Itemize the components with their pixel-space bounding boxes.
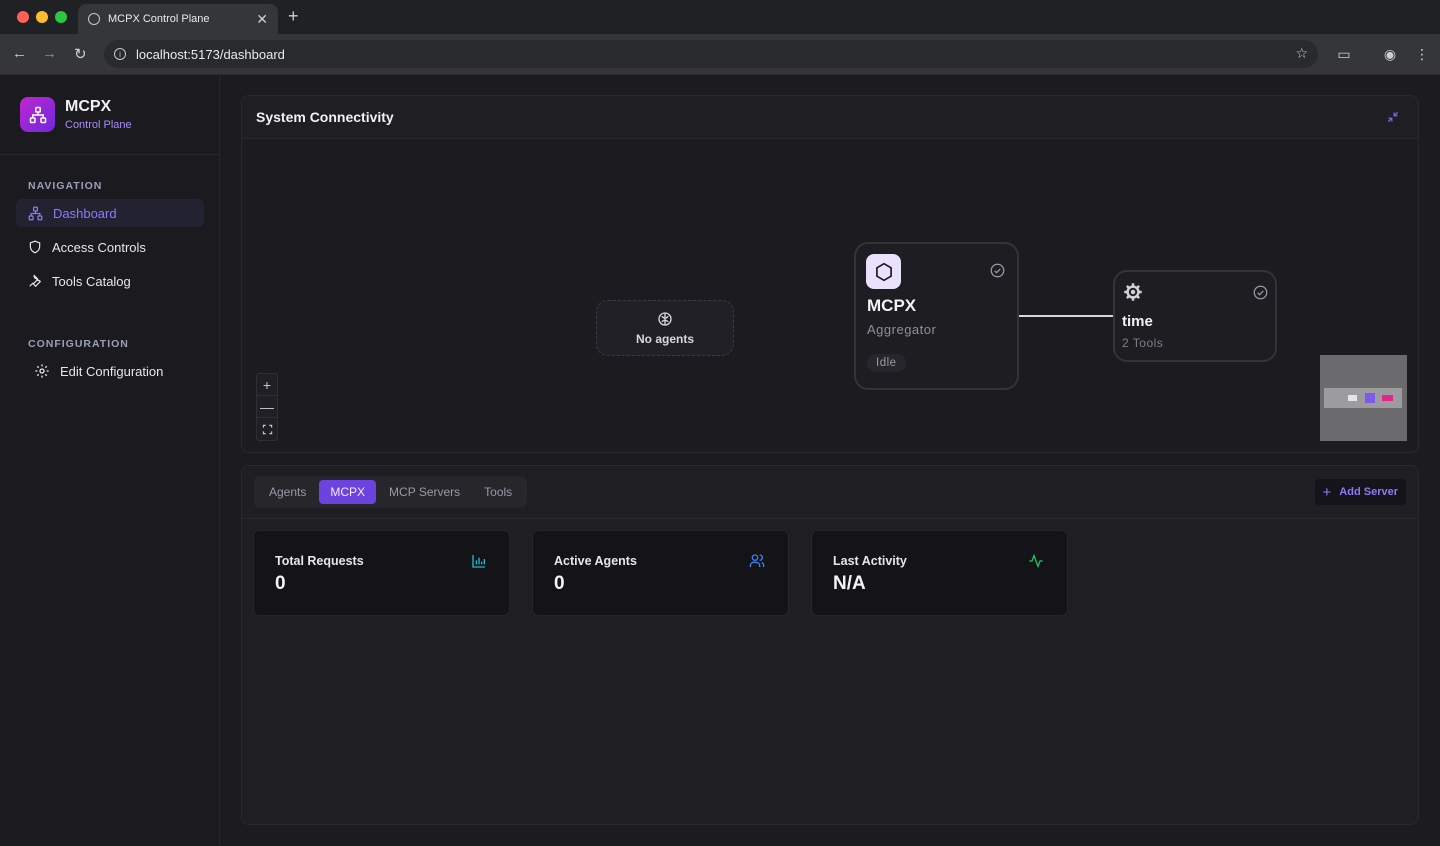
status-badge: Idle <box>867 354 906 372</box>
site-info-icon[interactable]: i <box>114 48 126 60</box>
no-agents-label: No agents <box>635 331 694 346</box>
fit-view-button[interactable] <box>257 418 277 440</box>
stat-label: Active Agents <box>554 554 637 568</box>
sidebar-item-tools-catalog[interactable]: Tools Catalog <box>16 267 204 295</box>
zoom-controls: + — <box>256 373 278 441</box>
sidebar-item-edit-configuration[interactable]: Edit Configuration <box>16 357 204 385</box>
sidebar-item-label: Dashboard <box>53 205 117 221</box>
mcpx-node-title: MCPX <box>867 296 917 315</box>
stat-card-total-requests: Total Requests 0 <box>253 530 510 616</box>
sidebar-item-label: Edit Configuration <box>60 363 164 379</box>
minimap-node-agents <box>1348 395 1357 401</box>
stat-label: Total Requests <box>275 554 364 568</box>
zoom-in-button[interactable]: + <box>257 374 277 396</box>
navigation-section-label: NAVIGATION <box>28 180 103 192</box>
sidebar-item-label: Tools Catalog <box>52 273 131 289</box>
shield-icon <box>29 240 41 254</box>
close-tab-icon[interactable]: ✕ <box>256 11 268 28</box>
gear-icon <box>35 364 49 378</box>
details-tabs: Agents MCPX MCP Servers Tools <box>254 476 528 508</box>
mcpx-node-subtitle: Aggregator <box>867 322 937 337</box>
flow-canvas[interactable]: No agents MCPX Aggregator Idle time 2 To… <box>242 140 1418 452</box>
configuration-section-label: CONFIGURATION <box>28 338 129 350</box>
connection-edge <box>1019 315 1113 317</box>
browser-toolbar: ← → ↻ i localhost:5173/dashboard ☆ ▭ ◉ ⋮ <box>0 34 1440 75</box>
app-root: MCPX Control Plane NAVIGATION Dashboard … <box>0 75 1440 846</box>
users-icon <box>749 554 765 567</box>
server-node-title: time <box>1122 313 1153 330</box>
minimize-icon[interactable] <box>1386 110 1400 124</box>
minimap-node-mcpx <box>1365 393 1375 403</box>
plus-icon: + <box>1322 483 1332 501</box>
check-circle-icon <box>1253 285 1268 300</box>
brand-logo-icon <box>20 97 55 132</box>
address-bar[interactable]: i localhost:5173/dashboard ☆ <box>104 40 1318 68</box>
tab-title: MCPX Control Plane <box>108 13 210 25</box>
media-cast-icon[interactable]: ▭ <box>1336 46 1352 62</box>
server-node-time[interactable]: time 2 Tools <box>1113 270 1277 362</box>
forward-icon[interactable]: → <box>42 45 57 62</box>
sidebar: MCPX Control Plane NAVIGATION Dashboard … <box>0 75 220 846</box>
bookmark-star-icon[interactable]: ☆ <box>1295 45 1308 62</box>
browser-menu-icon[interactable]: ⋮ <box>1414 46 1430 62</box>
add-server-button[interactable]: + Add Server <box>1314 479 1406 505</box>
close-window-button[interactable] <box>17 11 29 23</box>
stat-value: 0 <box>554 573 565 594</box>
back-icon[interactable]: ← <box>12 45 27 62</box>
wrench-icon <box>29 274 42 288</box>
tab-mcp-servers[interactable]: MCP Servers <box>378 480 471 504</box>
stat-value: 0 <box>275 573 286 594</box>
connectivity-panel: System Connectivity No agents MCPX Aggre… <box>241 95 1419 453</box>
activity-icon <box>1029 553 1043 569</box>
check-circle-icon <box>990 263 1005 278</box>
tabs-divider <box>242 518 1418 519</box>
panel-title: System Connectivity <box>242 96 1418 139</box>
sidebar-item-label: Access Controls <box>52 239 146 255</box>
fit-view-icon <box>262 424 272 434</box>
server-node-subtitle: 2 Tools <box>1122 336 1164 350</box>
minimize-window-button[interactable] <box>36 11 48 23</box>
tab-tools[interactable]: Tools <box>473 480 523 504</box>
sidebar-item-dashboard[interactable]: Dashboard <box>16 199 204 227</box>
gear-icon <box>1124 283 1142 301</box>
minimap[interactable] <box>1320 355 1407 441</box>
mcpx-node[interactable]: MCPX Aggregator Idle <box>854 242 1019 390</box>
no-agents-node[interactable]: No agents <box>596 300 734 356</box>
brand-name: MCPX <box>65 98 112 115</box>
brand-subtitle: Control Plane <box>65 119 132 131</box>
tab-mcpx[interactable]: MCPX <box>319 480 377 504</box>
sidebar-item-access-controls[interactable]: Access Controls <box>16 233 204 261</box>
sidebar-divider <box>0 154 220 155</box>
maximize-window-button[interactable] <box>55 11 67 23</box>
details-panel: Agents MCPX MCP Servers Tools + Add Serv… <box>241 465 1419 825</box>
stat-card-active-agents: Active Agents 0 <box>532 530 789 616</box>
hexagon-icon <box>866 254 901 289</box>
brain-icon <box>658 311 672 326</box>
minimap-node-server <box>1382 395 1393 401</box>
stat-card-last-activity: Last Activity N/A <box>811 530 1068 616</box>
tab-agents[interactable]: Agents <box>258 480 317 504</box>
browser-tab-bar: MCPX Control Plane ✕ + <box>0 0 1440 34</box>
browser-tab[interactable]: MCPX Control Plane ✕ <box>78 4 278 34</box>
brand: MCPX Control Plane <box>20 97 132 132</box>
globe-icon <box>88 13 100 25</box>
add-server-label: Add Server <box>1339 486 1398 498</box>
reload-icon[interactable]: ↻ <box>74 45 87 63</box>
new-tab-button[interactable]: + <box>288 6 299 27</box>
bar-chart-icon <box>472 555 485 568</box>
zoom-out-button[interactable]: — <box>257 396 277 418</box>
profile-icon[interactable]: ◉ <box>1382 46 1398 62</box>
stat-value: N/A <box>833 573 866 594</box>
network-icon <box>28 206 43 220</box>
stat-label: Last Activity <box>833 554 907 568</box>
url-text: localhost:5173/dashboard <box>136 46 285 62</box>
